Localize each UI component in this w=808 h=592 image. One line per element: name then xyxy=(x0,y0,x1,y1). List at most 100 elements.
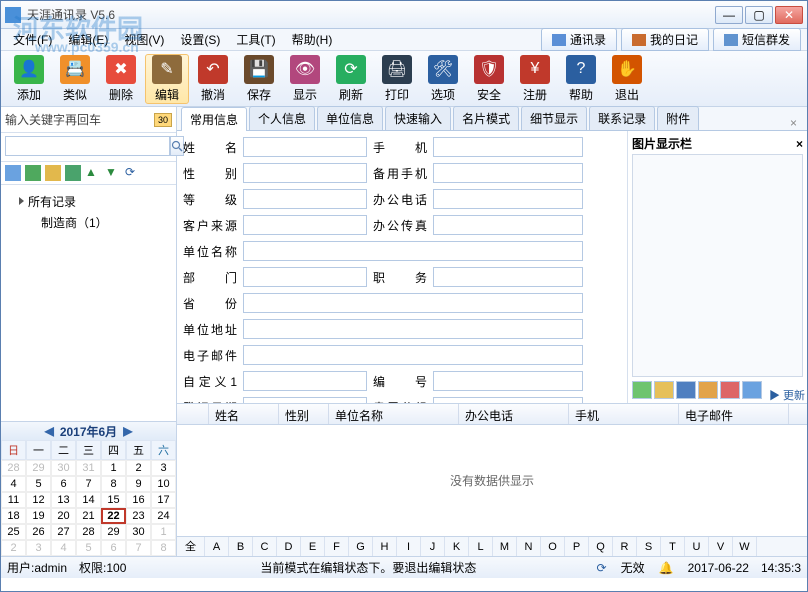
toolbar-打印[interactable]: 🖨打印 xyxy=(375,54,419,104)
alpha-L[interactable]: L xyxy=(469,537,493,556)
cal-day[interactable]: 27 xyxy=(51,524,76,540)
alpha-P[interactable]: P xyxy=(565,537,589,556)
cal-day[interactable]: 5 xyxy=(26,476,51,492)
tree-icon-2[interactable] xyxy=(25,165,41,181)
tree-down-icon[interactable]: ▼ xyxy=(105,165,121,181)
img-btn-del[interactable] xyxy=(720,381,740,399)
cal-day[interactable]: 20 xyxy=(51,508,76,524)
input-dept[interactable] xyxy=(243,267,367,287)
cal-day[interactable]: 6 xyxy=(101,540,126,556)
input-custom1[interactable] xyxy=(243,371,367,391)
alpha-E[interactable]: E xyxy=(301,537,325,556)
toolbar-编辑[interactable]: ✎编辑 xyxy=(145,54,189,104)
alpha-N[interactable]: N xyxy=(517,537,541,556)
input-officetel[interactable] xyxy=(433,189,583,209)
cal-day[interactable]: 18 xyxy=(1,508,26,524)
cal-day[interactable]: 11 xyxy=(1,492,26,508)
grid-col[interactable]: 性别 xyxy=(279,404,329,424)
alpha-O[interactable]: O xyxy=(541,537,565,556)
cal-day[interactable]: 2 xyxy=(1,540,26,556)
nav-diary[interactable]: 我的日记 xyxy=(621,28,709,51)
grid-col[interactable]: 办公电话 xyxy=(459,404,569,424)
search-input[interactable] xyxy=(5,136,170,156)
tab-7[interactable]: 附件 xyxy=(657,106,699,130)
toolbar-保存[interactable]: 💾保存 xyxy=(237,54,281,104)
input-position[interactable] xyxy=(433,267,583,287)
nav-contacts[interactable]: 通讯录 xyxy=(541,28,617,51)
cal-day[interactable]: 29 xyxy=(26,460,51,476)
tree-node-all[interactable]: 所有记录 xyxy=(5,191,172,212)
toolbar-帮助[interactable]: ?帮助 xyxy=(559,54,603,104)
grid-col[interactable]: 单位名称 xyxy=(329,404,459,424)
minimize-button[interactable]: — xyxy=(715,6,743,24)
img-btn-view[interactable] xyxy=(742,381,762,399)
alpha-K[interactable]: K xyxy=(445,537,469,556)
nav-sms[interactable]: 短信群发 xyxy=(713,28,801,51)
toolbar-类似[interactable]: 📇类似 xyxy=(53,54,97,104)
alpha-R[interactable]: R xyxy=(613,537,637,556)
refresh-icon[interactable]: ⟳ xyxy=(597,561,607,575)
toolbar-安全[interactable]: 🛡安全 xyxy=(467,54,511,104)
menu-help[interactable]: 帮助(H) xyxy=(286,29,339,50)
tree-icon-4[interactable] xyxy=(65,165,81,181)
cal-day[interactable]: 14 xyxy=(76,492,101,508)
cal-day[interactable]: 12 xyxy=(26,492,51,508)
cal-day[interactable]: 30 xyxy=(126,524,151,540)
cal-day[interactable]: 31 xyxy=(76,460,101,476)
input-gender[interactable] xyxy=(243,163,367,183)
tab-6[interactable]: 联系记录 xyxy=(589,106,655,130)
cal-day[interactable]: 25 xyxy=(1,524,26,540)
input-email[interactable] xyxy=(243,345,583,365)
cal-day[interactable]: 2 xyxy=(126,460,151,476)
alpha-V[interactable]: V xyxy=(709,537,733,556)
cal-day[interactable]: 4 xyxy=(51,540,76,556)
alpha-I[interactable]: I xyxy=(397,537,421,556)
cal-day[interactable]: 28 xyxy=(1,460,26,476)
alpha-J[interactable]: J xyxy=(421,537,445,556)
tab-3[interactable]: 快速输入 xyxy=(385,106,451,130)
input-province[interactable] xyxy=(243,293,583,313)
menu-edit[interactable]: 编辑(E) xyxy=(62,29,114,50)
img-btn-add[interactable] xyxy=(632,381,652,399)
cal-day[interactable]: 6 xyxy=(51,476,76,492)
alpha-A[interactable]: A xyxy=(205,537,229,556)
input-officefax[interactable] xyxy=(433,215,583,235)
cal-day[interactable]: 8 xyxy=(151,540,176,556)
cal-day[interactable]: 30 xyxy=(51,460,76,476)
toolbar-撤消[interactable]: ↶撤消 xyxy=(191,54,235,104)
alpha-F[interactable]: F xyxy=(325,537,349,556)
menu-settings[interactable]: 设置(S) xyxy=(174,29,226,50)
menu-file[interactable]: 文件(F) xyxy=(7,29,58,50)
cal-day[interactable]: 28 xyxy=(76,524,101,540)
tab-5[interactable]: 细节显示 xyxy=(521,106,587,130)
tree-node-manufacturer[interactable]: 制造商（1） xyxy=(5,212,172,233)
input-source[interactable] xyxy=(243,215,367,235)
cal-day[interactable]: 7 xyxy=(126,540,151,556)
alpha-D[interactable]: D xyxy=(277,537,301,556)
cal-day[interactable]: 9 xyxy=(126,476,151,492)
cal-day[interactable]: 17 xyxy=(151,492,176,508)
tab-1[interactable]: 个人信息 xyxy=(249,106,315,130)
tree-refresh-icon[interactable]: ⟳ xyxy=(125,165,141,181)
tree-up-icon[interactable]: ▲ xyxy=(85,165,101,181)
cal-day[interactable]: 19 xyxy=(26,508,51,524)
cal-day[interactable]: 21 xyxy=(76,508,101,524)
toolbar-注册[interactable]: ¥注册 xyxy=(513,54,557,104)
search-badge[interactable]: 30 xyxy=(154,113,172,127)
input-address[interactable] xyxy=(243,319,583,339)
cal-next[interactable]: ▶ xyxy=(123,424,132,438)
grid-col[interactable]: 手机 xyxy=(569,404,679,424)
alpha-M[interactable]: M xyxy=(493,537,517,556)
toolbar-选项[interactable]: 🛠选项 xyxy=(421,54,465,104)
tabs-close[interactable]: × xyxy=(784,116,803,130)
input-level[interactable] xyxy=(243,189,367,209)
cal-day[interactable]: 22 xyxy=(101,508,126,524)
toolbar-退出[interactable]: ✋退出 xyxy=(605,54,649,104)
bell-icon[interactable]: 🔔 xyxy=(659,561,674,575)
alpha-全[interactable]: 全 xyxy=(177,537,205,556)
cal-day[interactable]: 16 xyxy=(126,492,151,508)
cal-day[interactable]: 8 xyxy=(101,476,126,492)
cal-day[interactable]: 23 xyxy=(126,508,151,524)
toolbar-刷新[interactable]: ⟳刷新 xyxy=(329,54,373,104)
input-mobile2[interactable] xyxy=(433,163,583,183)
